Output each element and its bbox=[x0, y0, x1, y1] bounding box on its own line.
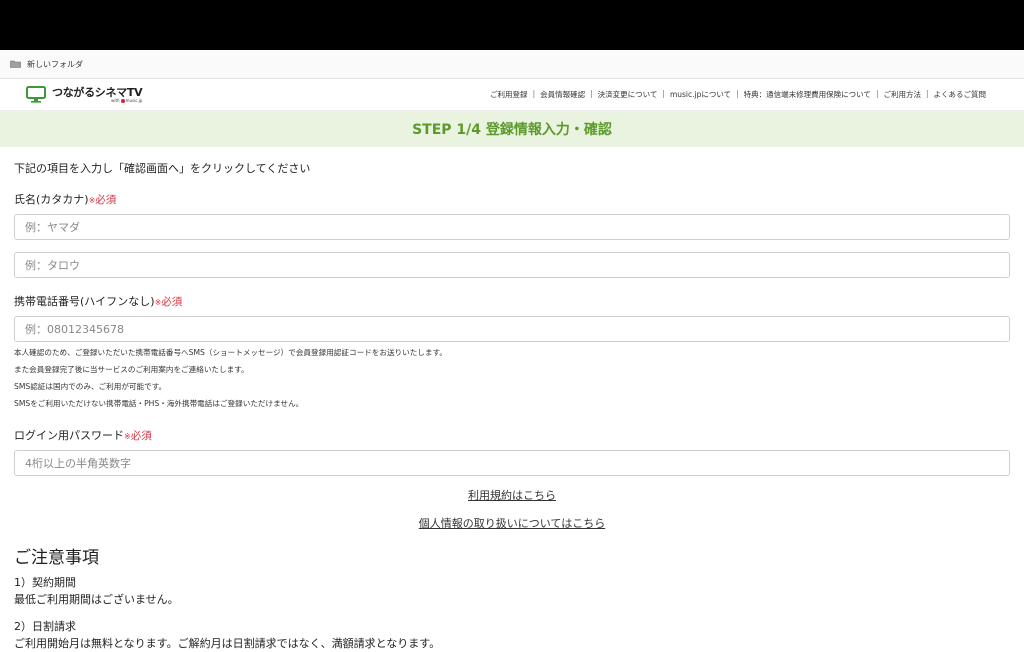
site-header: つながるシネマTV with music.jp ご利用登録 | 会員情報確認 | … bbox=[0, 79, 1024, 111]
phone-label: 携帯電話番号(ハイフンなし)※必須 bbox=[14, 295, 183, 308]
phone-note: 本人確認のため、ご登録いただいた携帯電話番号へSMS（ショートメッセージ）で会員… bbox=[14, 348, 447, 357]
header-nav: ご利用登録 | 会員情報確認 | 決済変更について | music.jpについて… bbox=[490, 89, 987, 100]
nav-faq[interactable]: よくあるご質問 bbox=[934, 89, 987, 100]
first-name-input[interactable]: 例：タロウ bbox=[14, 252, 1010, 278]
notice-item-title: 1）契約期間 bbox=[14, 576, 76, 589]
nav-payment-change[interactable]: 決済変更について bbox=[598, 89, 658, 100]
name-label: 氏名(カタカナ)※必須 bbox=[14, 193, 117, 206]
policy-links: 利用規約はこちら 個人情報の取り扱いについてはこちら bbox=[14, 487, 1010, 531]
bookmark-folder-label[interactable]: 新しいフォルダ bbox=[27, 59, 83, 70]
password-input[interactable]: 4桁以上の半角英数字 bbox=[14, 450, 1010, 476]
phone-notes: 本人確認のため、ご登録いただいた携帯電話番号へSMS（ショートメッセージ）で会員… bbox=[14, 344, 1010, 412]
nav-insurance-benefit[interactable]: 特典：通信端末修理費用保険について bbox=[744, 89, 871, 100]
required-badge: ※必須 bbox=[88, 194, 117, 206]
terms-link[interactable]: 利用規約はこちら bbox=[14, 487, 1010, 503]
phone-note: SMS認証は国内でのみ、ご利用が可能です。 bbox=[14, 382, 167, 391]
required-badge: ※必須 bbox=[154, 296, 183, 308]
nav-member-info[interactable]: 会員情報確認 bbox=[540, 89, 585, 100]
phone-note: また会員登録完了後に当サービスのご利用案内をご連絡いたします。 bbox=[14, 365, 249, 374]
notices-title: ご注意事項 bbox=[14, 548, 99, 568]
form-intro: 下記の項目を入力し「確認画面へ」をクリックしてください bbox=[14, 162, 311, 175]
last-name-input[interactable]: 例：ヤマダ bbox=[14, 214, 1010, 240]
bookmarks-bar: 新しいフォルダ bbox=[0, 50, 1024, 79]
logo-name: つながるシネマTV bbox=[52, 85, 143, 99]
privacy-link[interactable]: 個人情報の取り扱いについてはこちら bbox=[14, 515, 1010, 531]
password-label: ログイン用パスワード※必須 bbox=[14, 429, 152, 442]
site-logo[interactable]: つながるシネマTV with music.jp bbox=[26, 85, 143, 103]
folder-icon[interactable] bbox=[10, 60, 21, 68]
required-badge: ※必須 bbox=[124, 430, 152, 442]
registration-form: 下記の項目を入力し「確認画面へ」をクリックしてください 氏名(カタカナ)※必須 … bbox=[0, 160, 1024, 652]
notice-item-text: ご利用開始月は無料となります。ご解約月は日割請求ではなく、満額請求となります。 bbox=[14, 637, 441, 650]
nav-about-music-jp[interactable]: music.jpについて bbox=[670, 89, 731, 100]
step-title: STEP 1/4 登録情報入力・確認 bbox=[412, 122, 612, 138]
phone-input[interactable]: 例：08012345678 bbox=[14, 316, 1010, 342]
step-banner: STEP 1/4 登録情報入力・確認 bbox=[0, 111, 1024, 147]
tv-icon bbox=[26, 86, 46, 103]
browser-top-bar bbox=[0, 0, 1024, 50]
notice-item-title: 2）日割請求 bbox=[14, 620, 76, 633]
music-jp-logo-icon bbox=[120, 98, 125, 103]
logo-sub: with music.jp bbox=[111, 97, 143, 103]
phone-note: SMSをご利用いただけない携帯電話・PHS・海外携帯電話はご登録いただけません。 bbox=[14, 399, 304, 408]
nav-how-to-use[interactable]: ご利用方法 bbox=[883, 89, 921, 100]
notice-item-text: 最低ご利用期間はございません。 bbox=[14, 593, 179, 606]
nav-registration[interactable]: ご利用登録 bbox=[490, 89, 528, 100]
